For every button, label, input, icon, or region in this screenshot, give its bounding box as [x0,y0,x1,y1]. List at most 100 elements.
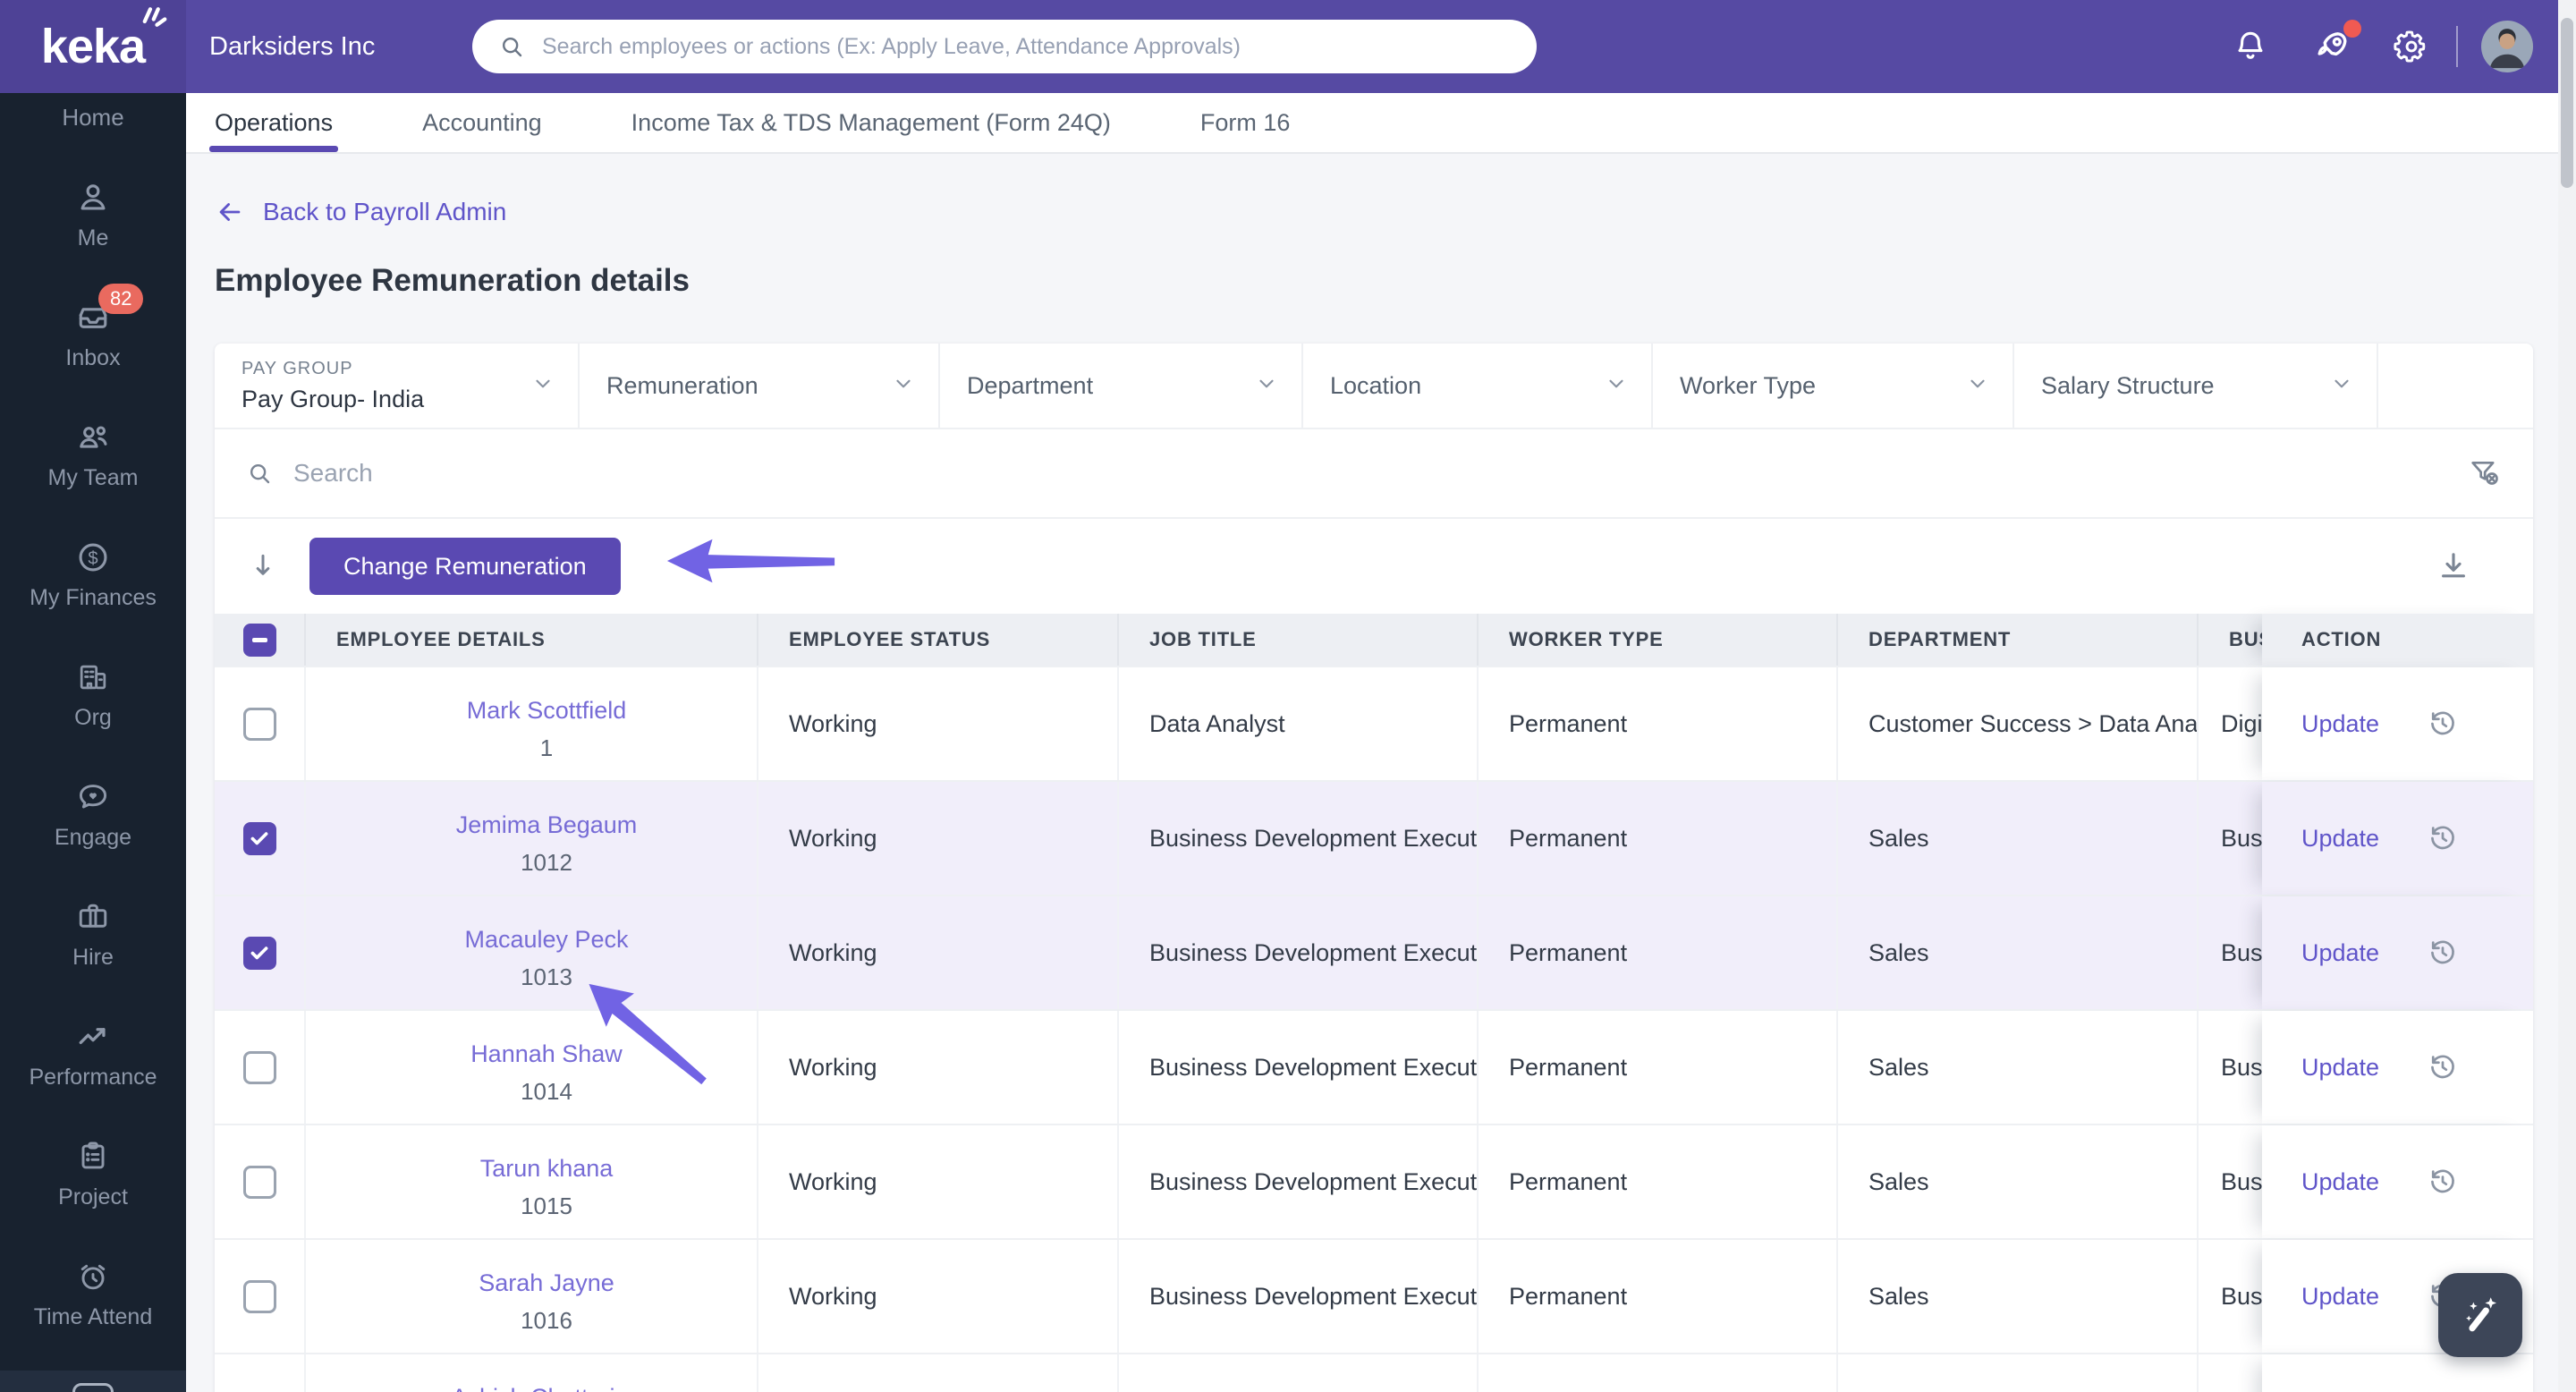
job-title-cell: Data Analyst [1119,667,1479,780]
global-search-input[interactable]: Search employees or actions (Ex: Apply L… [472,20,1537,73]
chevron-down-icon [1966,372,1989,400]
row-checkbox[interactable] [215,896,306,1009]
select-all-checkbox[interactable] [215,614,306,666]
action-cell: Update [2262,782,2533,895]
history-icon[interactable] [2426,821,2460,855]
avatar[interactable] [2481,21,2533,72]
header-department: DEPARTMENT [1838,614,2199,666]
main-area: Operations Accounting Income Tax & TDS M… [186,93,2558,1392]
sidebar-item-time-attend[interactable]: Time Attend [34,1257,152,1330]
salary-structure-filter[interactable]: Salary Structure [2014,344,2378,428]
row-checkbox[interactable] [215,1240,306,1353]
department-cell: Sales [1838,896,2199,1009]
worker-type-cell: Permanent [1479,1011,1838,1124]
job-title-cell: Business Development Executiv [1119,1240,1479,1353]
employee-details-cell: Tarun khana 1015 [306,1125,758,1238]
row-checkbox[interactable] [215,1011,306,1124]
employee-name-link[interactable]: Tarun khana [480,1155,614,1183]
bell-icon[interactable] [2231,27,2270,66]
row-checkbox[interactable] [215,667,306,780]
keka-logo[interactable]: keka [0,0,186,93]
tab-operations[interactable]: Operations [208,93,339,152]
row-checkbox[interactable] [215,1125,306,1238]
table-body: Mark Scottfield 1 Working Data Analyst Perma… [215,666,2533,1392]
remuneration-filter[interactable]: Remuneration [580,344,940,428]
time-attend-icon [80,1264,106,1290]
inbox-badge: 82 [97,284,144,314]
sidebar-item-payroll-active[interactable]: $ [0,1371,186,1392]
worker-type-filter[interactable]: Worker Type [1653,344,2014,428]
row-checkbox[interactable] [215,782,306,895]
logo-spark-icon [142,7,167,27]
rocket-icon[interactable] [2311,20,2361,68]
update-link[interactable]: Update [2301,1283,2379,1311]
tab-accounting[interactable]: Accounting [422,93,542,152]
tab-income-tax[interactable]: Income Tax & TDS Management (Form 24Q) [631,93,1111,152]
department-cell: Sales [1838,782,2199,895]
pay-group-filter[interactable]: PAY GROUP Pay Group- India [215,344,580,428]
history-icon[interactable] [2426,707,2460,741]
table-row: Mark Scottfield 1 Working Data Analyst Perma… [215,666,2533,780]
department-cell [1838,1354,2199,1392]
table-row: Jemima Begaum 1012 Working Business Develop… [215,780,2533,895]
page-content: Back to Payroll Admin Employee Remunerat… [186,154,2558,1392]
update-link[interactable]: Update [2301,939,2379,967]
update-link[interactable]: Update [2301,710,2379,738]
filter-empty-cell [2378,344,2533,428]
company-name[interactable]: Darksiders Inc [209,0,375,93]
sidebar-item-inbox[interactable]: 82 Inbox [65,284,144,371]
employee-name-link[interactable]: Ashish Chatterjee [451,1384,641,1392]
notification-dot [2343,20,2361,38]
worker-type-cell: Permanent [1479,896,1838,1009]
sort-icon[interactable] [245,548,281,584]
job-title-cell [1119,1354,1479,1392]
row-checkbox[interactable] [215,1354,306,1392]
logo-text: keka [40,20,146,73]
back-link[interactable]: Back to Payroll Admin [215,197,506,227]
sidebar-item-hire[interactable]: Hire [72,897,114,971]
employee-name-link[interactable]: Sarah Jayne [479,1269,614,1297]
search-icon [503,38,522,57]
table-row: Ashish Chatterjee Update [215,1353,2533,1392]
department-filter[interactable]: Department [940,344,1303,428]
update-link[interactable]: Update [2301,1168,2379,1196]
header-employee-status: EMPLOYEE STATUS [758,614,1119,666]
location-filter[interactable]: Location [1303,344,1653,428]
update-link[interactable]: Update [2301,1054,2379,1082]
employee-name-link[interactable]: Macauley Peck [464,926,628,954]
magic-wand-button[interactable] [2438,1273,2522,1357]
table-search-input[interactable] [293,459,2447,488]
action-cell: Update [2262,896,2533,1009]
sidebar-item-engage[interactable]: Engage [55,777,131,851]
sidebar-item-my-team[interactable]: My Team [48,418,138,491]
sidebar-item-project[interactable]: Project [58,1137,128,1210]
remuneration-card: PAY GROUP Pay Group- India Remuneration … [215,344,2533,1392]
job-title-cell: Business Development Executiv [1119,1011,1479,1124]
history-icon[interactable] [2426,936,2460,970]
employee-name-link[interactable]: Hannah Shaw [470,1040,623,1068]
sidebar-item-home[interactable]: Home [62,104,123,132]
worker-type-cell: Permanent [1479,782,1838,895]
filter-clear-icon[interactable] [2467,455,2503,491]
gear-icon[interactable] [2392,27,2431,66]
sidebar-item-performance[interactable]: Performance [29,1017,157,1091]
hire-icon [79,904,107,928]
sidebar-item-my-finances[interactable]: $ My Finances [30,538,157,611]
update-link[interactable]: Update [2301,825,2379,853]
employee-name-link[interactable]: Jemima Begaum [456,811,638,839]
history-icon[interactable] [2426,1165,2460,1199]
employee-name-link[interactable]: Mark Scottfield [467,697,627,725]
change-remuneration-button[interactable]: Change Remuneration [309,538,621,595]
history-icon[interactable] [2426,1050,2460,1084]
table-toolbar: Change Remuneration [215,517,2533,614]
page-scrollbar[interactable] [2558,0,2576,1392]
sidebar-item-me[interactable]: Me [73,178,113,251]
scrollbar-thumb[interactable] [2561,18,2573,188]
employee-id: 1012 [521,848,572,876]
download-icon[interactable] [2435,547,2472,585]
chevron-down-icon [2330,372,2353,400]
chevron-down-icon [1255,372,1278,400]
sidebar-item-org[interactable]: Org [73,658,113,731]
topbar-actions [2231,0,2533,93]
tab-form-16[interactable]: Form 16 [1200,93,1291,152]
